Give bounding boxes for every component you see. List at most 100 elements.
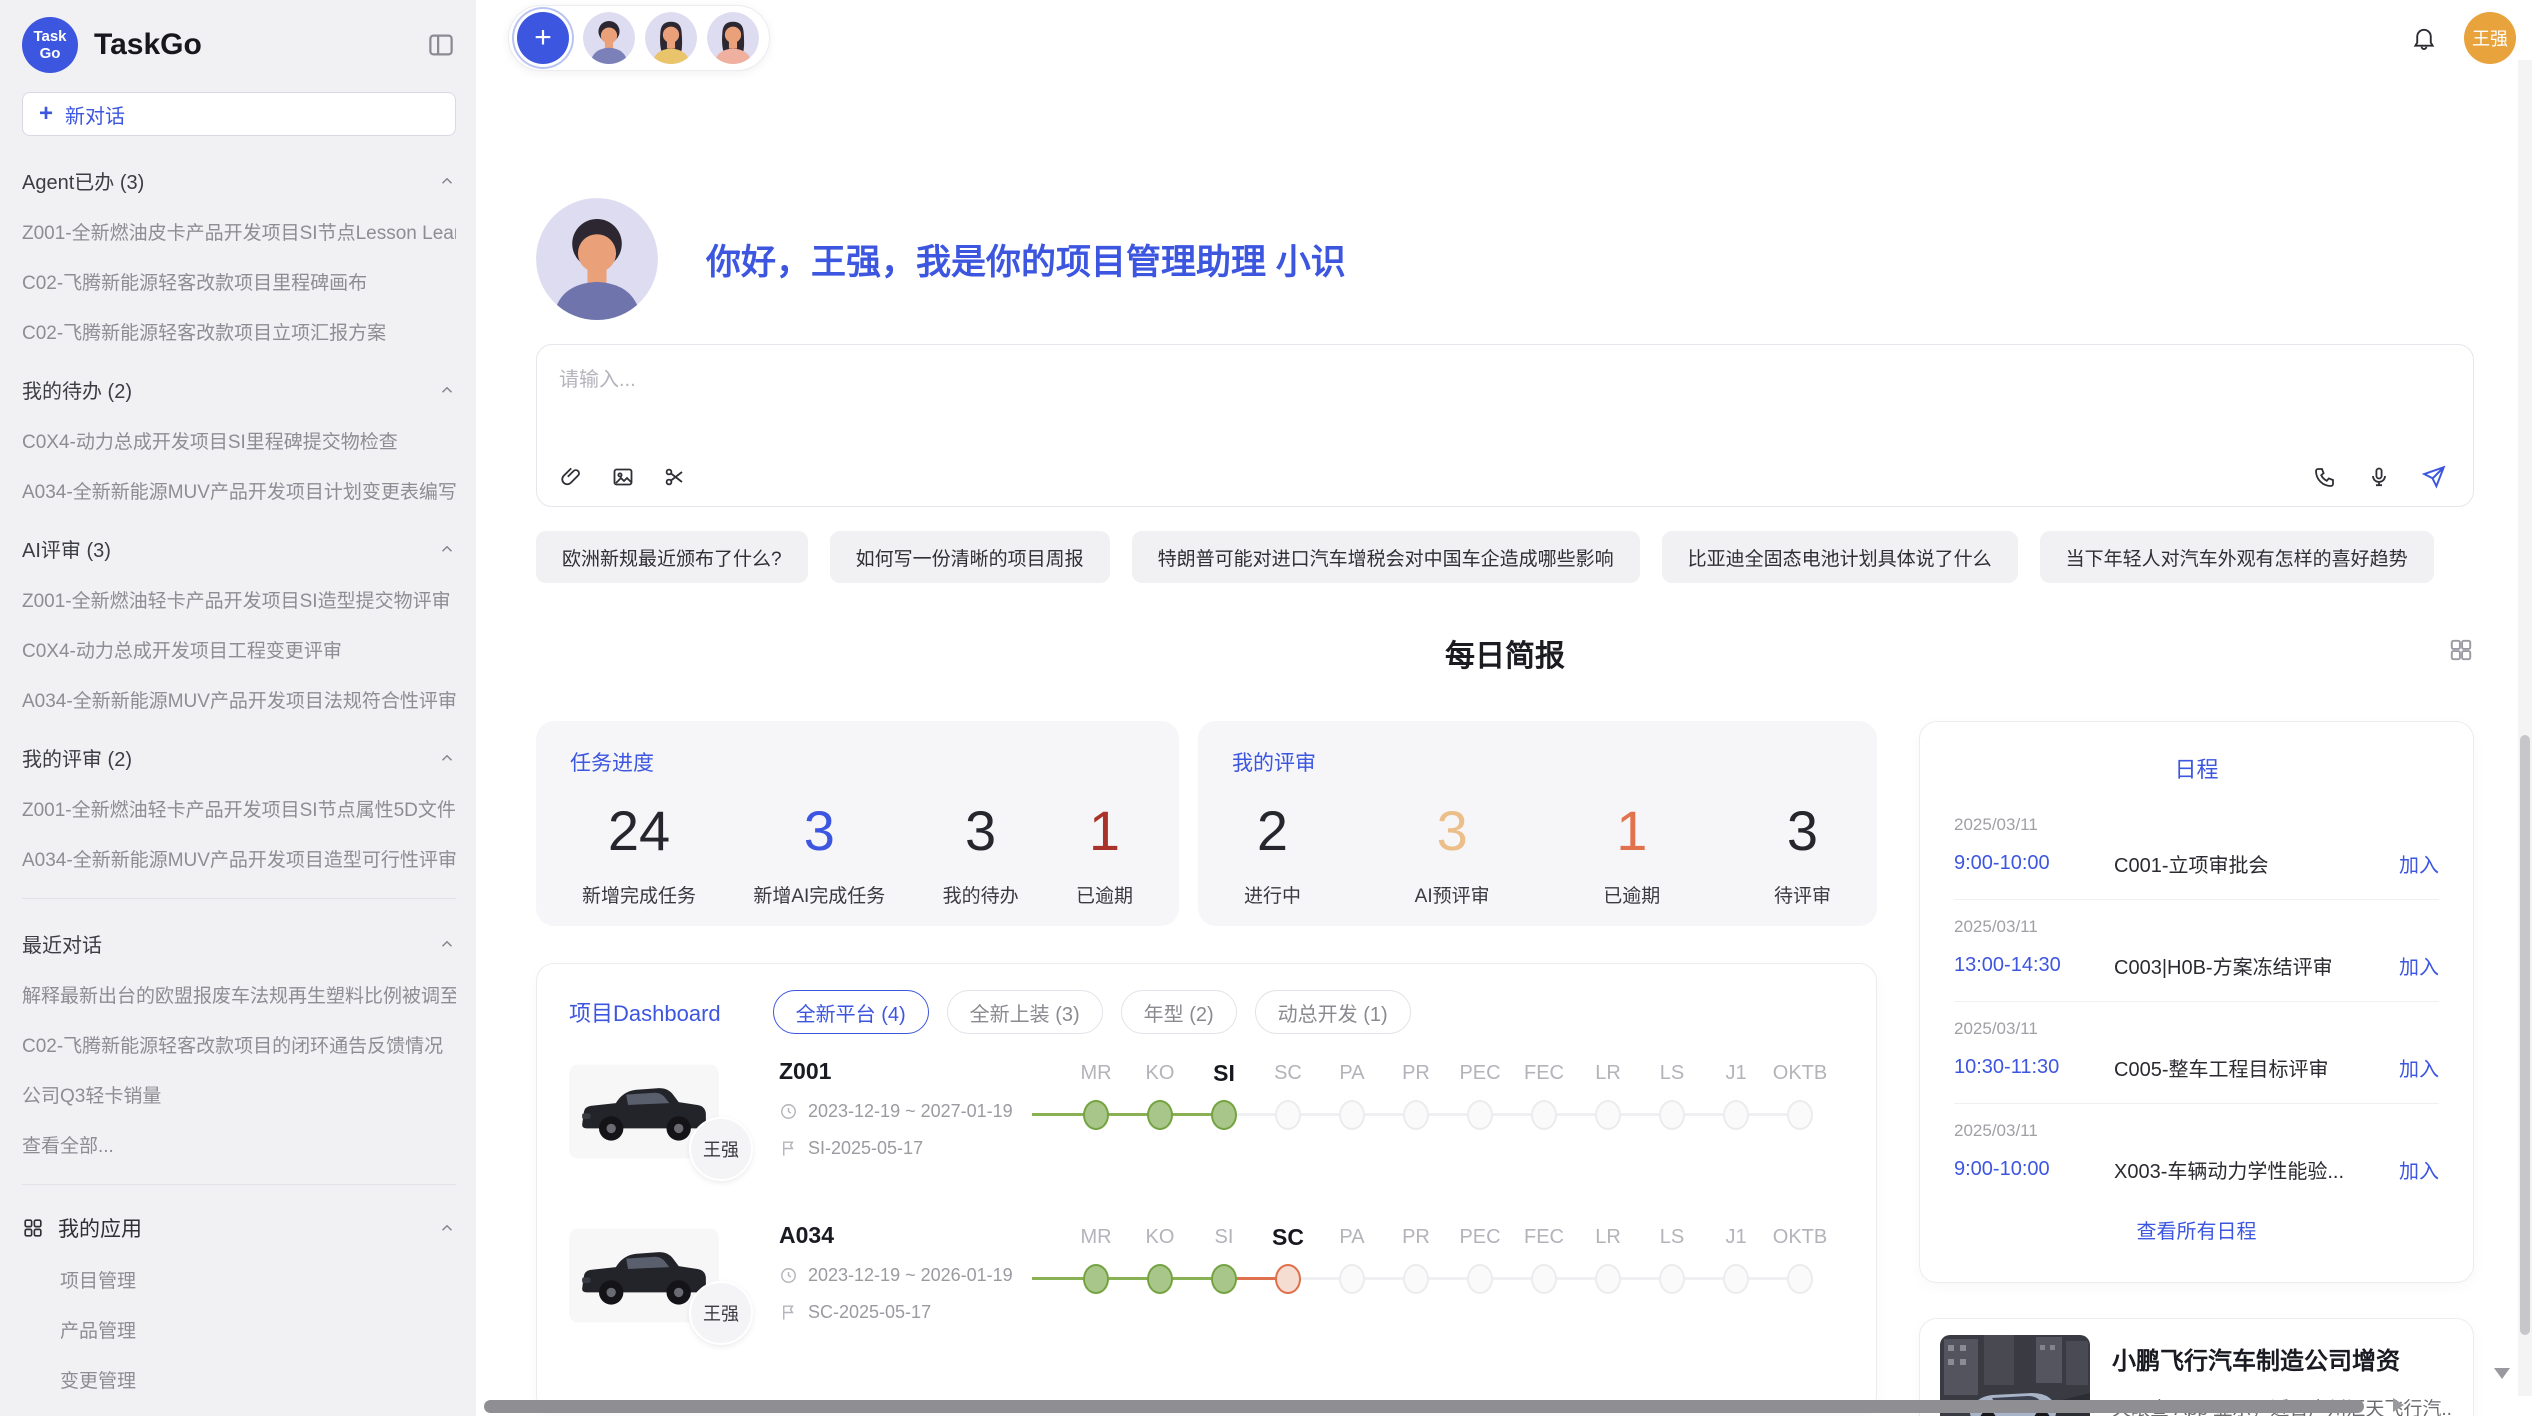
milestone-dot: [1531, 1264, 1557, 1294]
milestone-dot: [1595, 1100, 1621, 1130]
microphone-icon[interactable]: [2367, 465, 2391, 489]
sidebar-chat-item[interactable]: A034-全新新能源MUV产品开发项目计划变更表编写: [22, 477, 456, 504]
section-header[interactable]: 我的评审 (2): [22, 743, 456, 772]
image-icon[interactable]: [611, 465, 635, 489]
suggestion-chip[interactable]: 欧洲新规最近颁布了什么?: [536, 531, 808, 583]
event-date: 2025/03/11: [1954, 1121, 2439, 1141]
project-row[interactable]: 王强 A034 2023-12-19 ~ 2026-01-19 SC-2025-…: [569, 1222, 1844, 1362]
sidebar-chat-item[interactable]: 公司Q3轻卡销量: [22, 1081, 456, 1108]
schedule-event: 2025/03/11 13:00-14:30 C003|H0B-方案冻结评审 加…: [1954, 899, 2439, 1001]
owner-badge: 王强: [689, 1117, 753, 1181]
event-name: C005-整车工程目标评审: [2114, 1053, 2387, 1082]
stat: 3待评审: [1774, 799, 1831, 908]
section-header[interactable]: 最近对话: [22, 929, 456, 958]
agent-avatar-1[interactable]: [583, 12, 635, 64]
event-date: 2025/03/11: [1954, 815, 2439, 835]
section-header[interactable]: Agent已办 (3): [22, 166, 456, 195]
event-time: 9:00-10:00: [1954, 1158, 2114, 1181]
sidebar-chat-item[interactable]: C02-飞腾新能源轻客改款项目里程碑画布: [22, 268, 456, 295]
scroll-down-arrow-icon[interactable]: [2494, 1368, 2510, 1379]
sidebar-item-my-apps[interactable]: 我的应用: [22, 1213, 456, 1243]
new-chat-button[interactable]: + 新对话: [22, 92, 456, 136]
suggestion-chips: 欧洲新规最近颁布了什么? 如何写一份清晰的项目周报特朗普可能对进口汽车增税会对中国…: [536, 531, 2474, 583]
section-header[interactable]: AI评审 (3): [22, 534, 456, 563]
sidebar-chat-item[interactable]: A034-全新新能源MUV产品开发项目造型可行性评审: [22, 845, 456, 872]
sidebar-app-item[interactable]: 项目管理: [60, 1266, 456, 1293]
suggestion-chip[interactable]: 特朗普可能对进口汽车增税会对中国车企造成哪些影响: [1132, 531, 1640, 583]
chat-input-card: [536, 344, 2474, 507]
grid-icon: [22, 1217, 44, 1239]
clock-icon: [779, 1102, 798, 1121]
milestone-stepper: MRKOSISCPAPRPECFECLRLSJ1OKTB: [1064, 1222, 1844, 1294]
project-code: Z001: [779, 1058, 1064, 1085]
join-link[interactable]: 加入: [2399, 951, 2439, 980]
suggestion-chip[interactable]: 比亚迪全固态电池计划具体说了什么: [1662, 531, 2018, 583]
scroll-right-arrow-icon[interactable]: [2393, 1398, 2404, 1412]
agent-avatar-2[interactable]: [645, 12, 697, 64]
schedule-event: 2025/03/11 9:00-10:00 X003-车辆动力学性能验... 加…: [1954, 1103, 2439, 1205]
view-all-schedule-link[interactable]: 查看所有日程: [1954, 1215, 2439, 1244]
app-window: Task Go TaskGo + 新对话 Agent已办 (3) Z001-全新…: [0, 0, 2532, 1416]
project-info: Z001 2023-12-19 ~ 2027-01-19 SI-2025-05-…: [779, 1058, 1064, 1159]
project-dates: 2023-12-19 ~ 2026-01-19: [779, 1265, 1064, 1286]
join-link[interactable]: 加入: [2399, 849, 2439, 878]
milestone-stage: PEC: [1448, 1222, 1512, 1294]
layout-grid-icon[interactable]: [2448, 637, 2474, 663]
sidebar-chat-item[interactable]: Z001-全新燃油轻卡产品开发项目SI节点属性5D文件评审: [22, 795, 456, 822]
sidebar-chat-item[interactable]: Z001-全新燃油轻卡产品开发项目SI造型提交物评审: [22, 586, 456, 613]
sidebar-app-item[interactable]: 变更管理: [60, 1366, 456, 1393]
project-milestone-tag: SC-2025-05-17: [779, 1302, 1064, 1323]
project-dashboard-card: 项目Dashboard 全新平台 (4) 全新上装 (3) 年型 (2) 动总开发 (…: [536, 963, 1877, 1413]
input-toolbar-left: [559, 465, 687, 489]
agent-avatar-3[interactable]: [707, 12, 759, 64]
milestone-stage: SI: [1192, 1058, 1256, 1130]
scissors-icon[interactable]: [663, 465, 687, 489]
topbar: + 王强: [508, 5, 2516, 71]
horizontal-scrollbar[interactable]: [484, 1400, 2364, 1413]
notifications-bell-icon[interactable]: [2410, 24, 2438, 52]
phone-icon[interactable]: [2313, 465, 2337, 489]
milestone-stage: LR: [1576, 1058, 1640, 1130]
milestone-stage: PA: [1320, 1058, 1384, 1130]
dashboard-filter[interactable]: 全新平台 (4): [773, 990, 929, 1034]
sidebar-app-item[interactable]: 产品管理: [60, 1316, 456, 1343]
vertical-scrollbar[interactable]: [2520, 735, 2530, 1335]
project-row[interactable]: 王强 Z001 2023-12-19 ~ 2027-01-19 SI-2025-…: [569, 1058, 1844, 1198]
dashboard-filter[interactable]: 动总开发 (1): [1255, 990, 1411, 1034]
suggestion-chip[interactable]: 如何写一份清晰的项目周报: [830, 531, 1110, 583]
dashboard-filter[interactable]: 全新上装 (3): [947, 990, 1103, 1034]
sidebar-chat-item[interactable]: C02-飞腾新能源轻客改款项目的闭环通告反馈情况: [22, 1031, 456, 1058]
greeting-text: 你好，王强，我是你的项目管理助理 小识: [706, 234, 1346, 285]
section-header[interactable]: 我的待办 (2): [22, 375, 456, 404]
send-icon[interactable]: [2421, 464, 2447, 490]
dashboard-filter[interactable]: 年型 (2): [1121, 990, 1237, 1034]
sidebar-chat-item[interactable]: C0X4-动力总成开发项目工程变更评审: [22, 636, 456, 663]
join-link[interactable]: 加入: [2399, 1053, 2439, 1082]
milestone-stage: J1: [1704, 1222, 1768, 1294]
milestone-dot: [1275, 1100, 1301, 1130]
sidebar-chat-item[interactable]: 解释最新出台的欧盟报废车法规再生塑料比例被调至15%...: [22, 981, 456, 1008]
milestone-dot: [1403, 1264, 1429, 1294]
sidebar-chat-item[interactable]: C02-飞腾新能源轻客改款项目立项汇报方案: [22, 318, 456, 345]
dashboard-title: 项目Dashboard: [569, 996, 721, 1028]
milestone-dot: [1147, 1100, 1173, 1130]
milestone-dot: [1147, 1264, 1173, 1294]
milestone-dot: [1083, 1100, 1109, 1130]
attachment-icon[interactable]: [559, 465, 583, 489]
user-avatar[interactable]: 王强: [2464, 12, 2516, 64]
stat: 1已逾期: [1076, 799, 1133, 908]
sidebar-chat-item[interactable]: Z001-全新燃油皮卡产品开发项目SI节点Lesson Learn报告: [22, 218, 456, 245]
sidebar-chat-item[interactable]: A034-全新新能源MUV产品开发项目法规符合性评审: [22, 686, 456, 713]
suggestion-chip[interactable]: 当下年轻人对汽车外观有怎样的喜好趋势: [2040, 531, 2434, 583]
chevron-up-icon: [438, 172, 456, 190]
sidebar-chat-item[interactable]: C0X4-动力总成开发项目SI里程碑提交物检查: [22, 427, 456, 454]
chat-input[interactable]: [537, 345, 2473, 435]
view-all-chats-link[interactable]: 查看全部...: [22, 1131, 456, 1158]
greeting-block: 你好，王强，我是你的项目管理助理 小识: [536, 198, 2474, 320]
milestone-stage: MR: [1064, 1058, 1128, 1130]
add-agent-button[interactable]: +: [517, 12, 569, 64]
collapse-sidebar-icon[interactable]: [426, 30, 456, 60]
chevron-up-icon: [438, 749, 456, 767]
owner-badge: 王强: [689, 1281, 753, 1345]
join-link[interactable]: 加入: [2399, 1155, 2439, 1184]
